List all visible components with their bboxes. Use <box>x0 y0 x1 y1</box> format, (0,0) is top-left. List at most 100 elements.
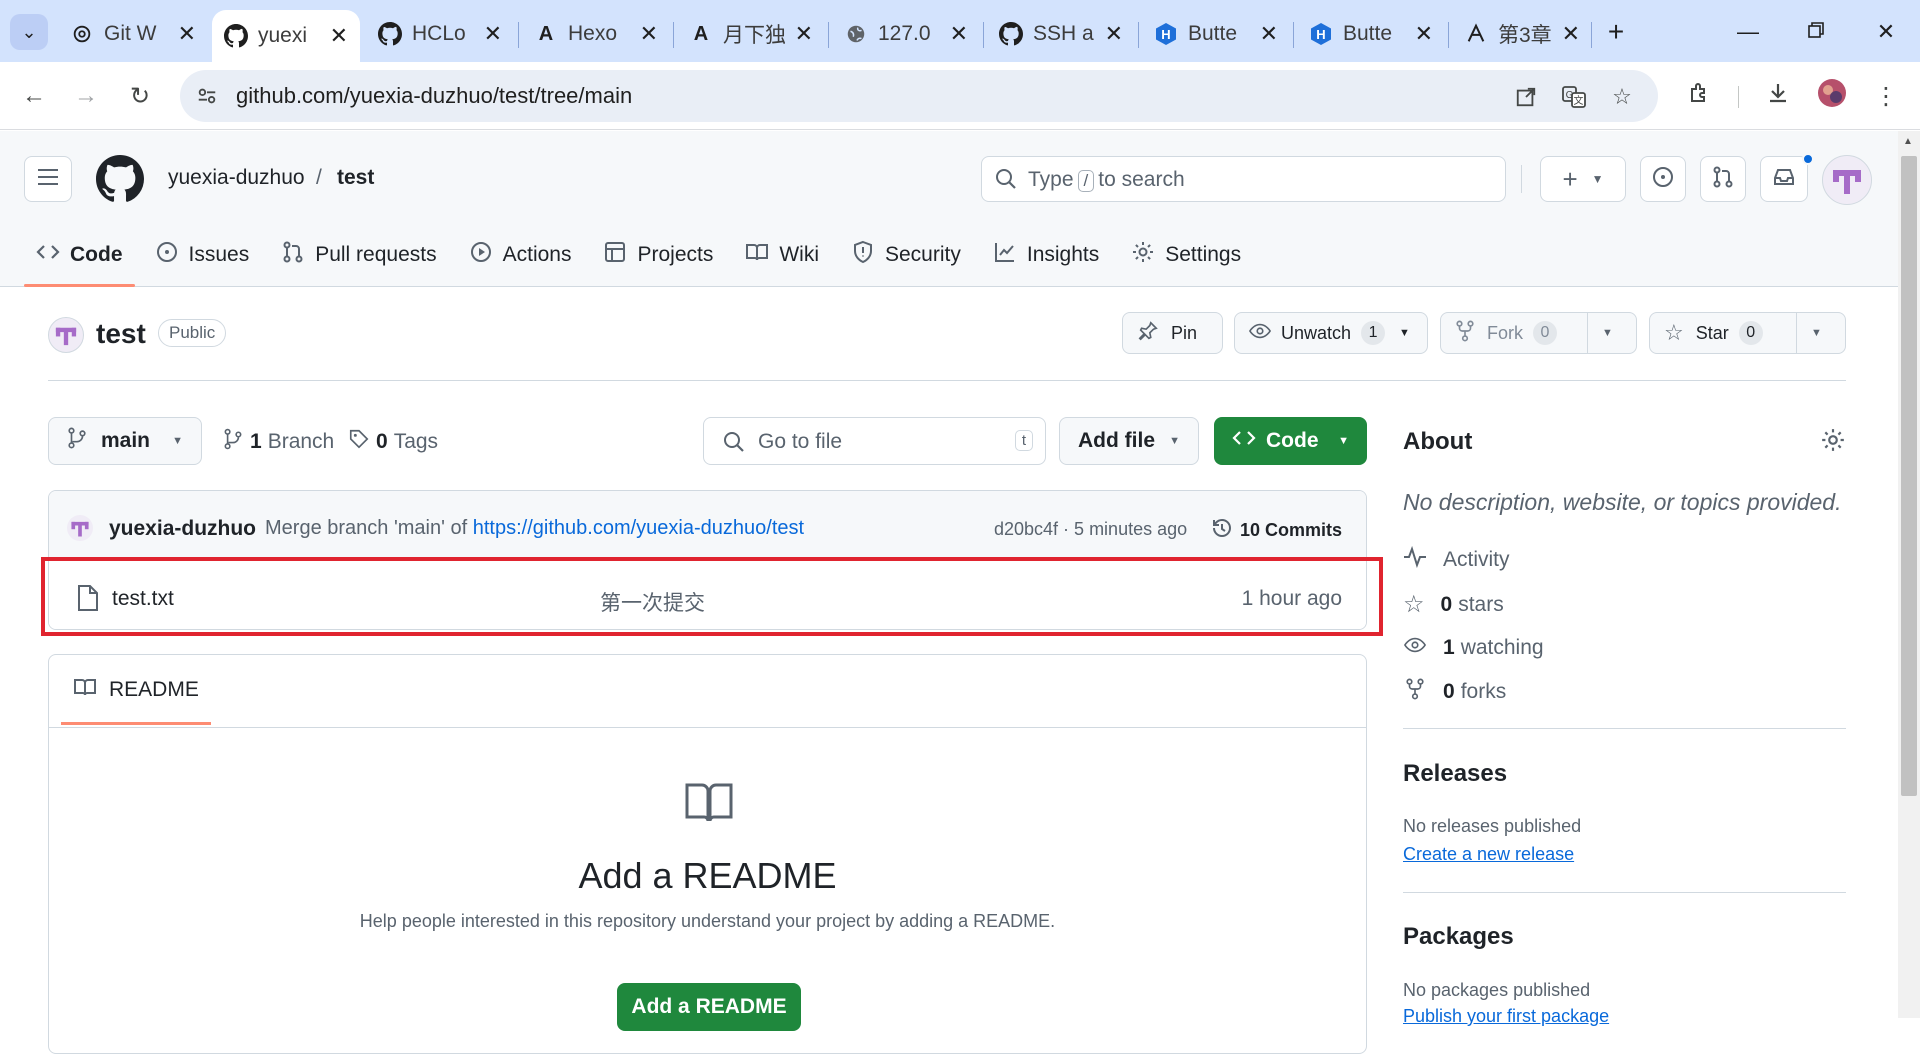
code-dropdown-button[interactable]: Code ▼ <box>1214 417 1367 465</box>
add-file-button[interactable]: Add file ▼ <box>1059 417 1199 465</box>
browser-tab[interactable]: Git W ✕ <box>58 10 208 58</box>
tab-pull-requests[interactable]: Pull requests <box>269 231 448 279</box>
star-button[interactable]: ☆ Star 0 ▼ <box>1649 312 1846 354</box>
create-release-link[interactable]: Create a new release <box>1403 844 1574 865</box>
pin-button[interactable]: Pin <box>1122 312 1223 354</box>
open-in-app-icon[interactable] <box>1512 84 1540 110</box>
branch-selector[interactable]: main ▼ <box>48 417 202 465</box>
tab-code[interactable]: Code <box>24 231 135 287</box>
add-readme-button[interactable]: Add a README <box>617 983 801 1031</box>
reload-button[interactable]: ↻ <box>120 76 160 116</box>
inbox-button[interactable] <box>1760 156 1808 202</box>
fork-dropdown[interactable]: ▼ <box>1588 313 1627 353</box>
profile-button[interactable] <box>1812 76 1852 116</box>
tab-wiki[interactable]: Wiki <box>733 231 831 279</box>
github-logo-icon[interactable] <box>96 155 144 203</box>
issues-button[interactable] <box>1640 156 1686 202</box>
tab-search-button[interactable]: ⌄ <box>10 14 48 50</box>
scroll-up-icon[interactable]: ▲ <box>1903 136 1913 147</box>
activity-link[interactable]: Activity <box>1403 545 1510 574</box>
close-icon[interactable]: ✕ <box>950 21 968 47</box>
scrollbar-thumb[interactable] <box>1901 156 1917 796</box>
close-icon[interactable]: ✕ <box>484 21 502 47</box>
repo-title[interactable]: test <box>96 318 146 350</box>
commit-author[interactable]: yuexia-duzhuo <box>109 517 256 541</box>
browser-tab[interactable]: 第3章 ✕ <box>1452 10 1592 58</box>
close-icon[interactable]: ✕ <box>1415 21 1433 47</box>
new-tab-button[interactable]: + <box>1598 14 1634 50</box>
browser-menu-button[interactable]: ⋮ <box>1866 76 1906 116</box>
go-to-file-input[interactable]: Go to file t <box>703 417 1046 465</box>
stars-count: 0 <box>1440 592 1453 616</box>
releases-heading[interactable]: Releases <box>1403 760 1507 788</box>
plus-icon: + <box>1607 16 1625 47</box>
address-bar[interactable]: github.com/yuexia-duzhuo/test/tree/main … <box>180 70 1658 122</box>
profile-avatar-icon <box>1817 78 1847 115</box>
search-icon <box>994 167 1018 196</box>
unwatch-button[interactable]: Unwatch 1 ▼ <box>1234 312 1428 354</box>
user-avatar[interactable] <box>1822 155 1872 205</box>
breadcrumb-repo-link[interactable]: test <box>337 166 374 190</box>
gear-icon[interactable] <box>1820 427 1846 458</box>
browser-tab[interactable]: HCLo ✕ <box>366 10 514 58</box>
browser-tab[interactable]: H Butte ✕ <box>1297 10 1445 58</box>
tab-security[interactable]: Security <box>839 231 973 279</box>
close-window-button[interactable]: ✕ <box>1866 14 1906 50</box>
tab-insights[interactable]: Insights <box>981 231 1111 279</box>
restore-button[interactable] <box>1796 14 1836 50</box>
back-button[interactable]: ← <box>14 76 54 116</box>
translate-icon[interactable]: G文 <box>1560 84 1588 110</box>
star-dropdown[interactable]: ▼ <box>1797 313 1836 353</box>
create-new-button[interactable]: + ▼ <box>1540 156 1626 202</box>
forward-button[interactable]: → <box>66 76 106 116</box>
downloads-button[interactable] <box>1758 76 1798 116</box>
file-commit-message[interactable]: 第一次提交 <box>600 587 705 617</box>
browser-tab[interactable]: 127.0 ✕ <box>832 10 980 58</box>
packages-heading[interactable]: Packages <box>1403 923 1514 951</box>
branch-icon <box>224 428 242 456</box>
forks-link[interactable]: 0 forks <box>1403 678 1506 706</box>
breadcrumb-owner-link[interactable]: yuexia-duzhuo <box>168 166 305 190</box>
table-row[interactable]: test.txt 第一次提交 1 hour ago <box>49 561 1366 629</box>
commit-message-link[interactable]: https://github.com/yuexia-duzhuo/test <box>473 517 804 539</box>
extensions-button[interactable] <box>1680 76 1720 116</box>
watching-link[interactable]: 1 watching <box>1403 634 1544 662</box>
commit-author-avatar[interactable] <box>67 515 93 541</box>
close-icon[interactable]: ✕ <box>1260 21 1278 47</box>
commit-message-text[interactable]: Merge branch 'main' of <box>265 517 467 539</box>
close-icon[interactable]: ✕ <box>178 21 196 47</box>
browser-tab[interactable]: H Butte ✕ <box>1142 10 1290 58</box>
tab-issues[interactable]: Issues <box>143 231 262 279</box>
tab-actions[interactable]: Actions <box>457 231 584 279</box>
file-icon <box>77 585 99 616</box>
close-icon[interactable]: ✕ <box>640 21 658 47</box>
browser-tab-active[interactable]: yuexi ✕ <box>212 10 360 62</box>
browser-tab[interactable]: SSH a ✕ <box>987 10 1135 58</box>
readme-tab[interactable]: README <box>61 655 211 725</box>
pull-requests-button[interactable] <box>1700 156 1746 202</box>
close-icon[interactable]: ✕ <box>795 21 813 47</box>
global-nav-button[interactable] <box>24 156 72 202</box>
commits-history-link[interactable]: 10 Commits <box>1210 516 1342 545</box>
tab-settings[interactable]: Settings <box>1119 231 1253 279</box>
minimize-button[interactable]: — <box>1728 14 1768 50</box>
fork-button[interactable]: Fork 0 ▼ <box>1440 312 1637 354</box>
triangle-down-icon: ▼ <box>1811 327 1822 339</box>
stars-link[interactable]: ☆ 0 stars <box>1403 590 1504 619</box>
global-search-input[interactable]: Type / to search <box>981 156 1506 202</box>
commit-sha-time[interactable]: d20bc4f · 5 minutes ago <box>994 519 1187 540</box>
close-icon[interactable]: ✕ <box>1562 21 1580 47</box>
browser-tab[interactable]: A Hexo ✕ <box>522 10 670 58</box>
file-name-link[interactable]: test.txt <box>112 587 174 611</box>
tags-link[interactable]: 0 Tags <box>348 428 438 456</box>
close-icon[interactable]: ✕ <box>1105 21 1123 47</box>
publish-package-link[interactable]: Publish your first package <box>1403 1006 1609 1027</box>
about-description: No description, website, or topics provi… <box>1403 489 1842 515</box>
bookmark-star-icon[interactable]: ☆ <box>1608 84 1636 110</box>
branches-link[interactable]: 1 Branch <box>224 428 334 456</box>
browser-tab[interactable]: A 月下独 ✕ <box>677 10 825 58</box>
tab-projects[interactable]: Projects <box>591 231 725 279</box>
close-icon[interactable]: ✕ <box>330 23 348 49</box>
issue-icon <box>1651 165 1675 194</box>
browser-tab-label: Butte <box>1343 22 1393 45</box>
